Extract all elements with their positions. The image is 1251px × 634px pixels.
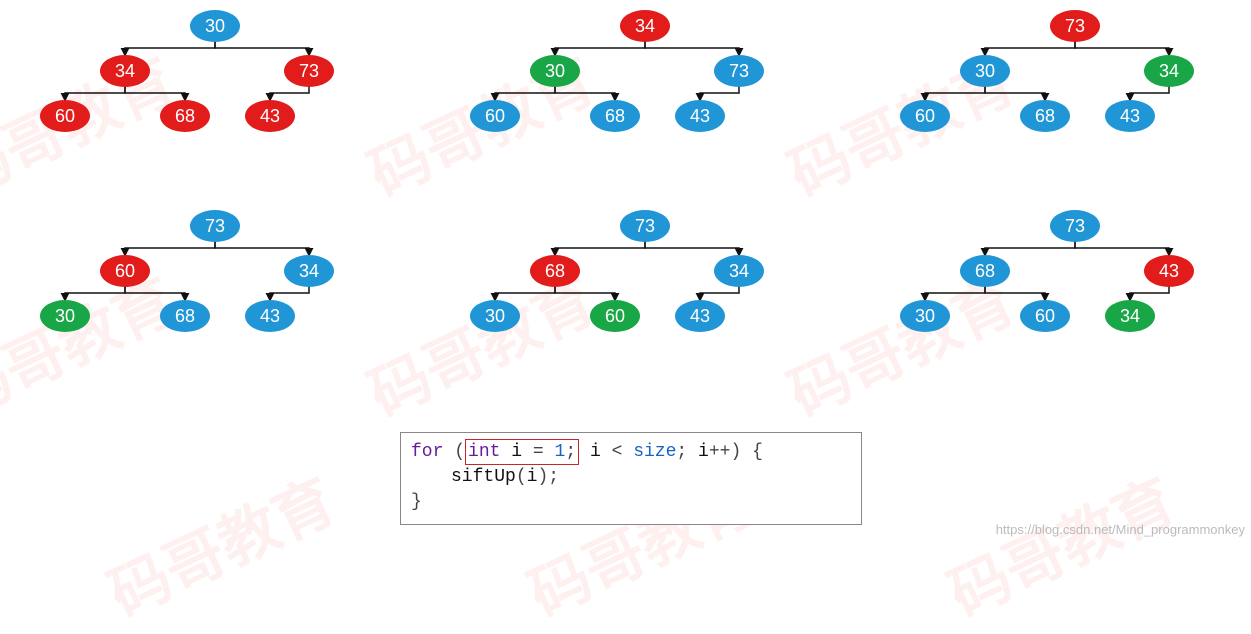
rbrace: } (411, 492, 422, 512)
keyword-for: for (411, 442, 443, 462)
tree-node: 60 (470, 100, 520, 132)
tree-node: 34 (1144, 55, 1194, 87)
eq: = (533, 442, 544, 462)
num-1: 1 (555, 442, 566, 462)
tree-node: 60 (590, 300, 640, 332)
tree-node: 34 (284, 255, 334, 287)
tree-node: 60 (100, 255, 150, 287)
lt: < (612, 442, 623, 462)
cond-var: i (590, 442, 601, 462)
tree-node: 68 (160, 100, 210, 132)
tree-node: 34 (100, 55, 150, 87)
tree-node: 68 (590, 100, 640, 132)
code-snippet: for (int i = 1; i < size; i++) { siftUp(… (400, 432, 862, 525)
tree-node: 73 (284, 55, 334, 87)
code-line-3: } (411, 490, 851, 514)
tree-node: 30 (190, 10, 240, 42)
tree-node: 73 (1050, 10, 1100, 42)
tree-node: 30 (960, 55, 1010, 87)
lbrace: { (752, 442, 763, 462)
tree-node: 68 (160, 300, 210, 332)
tree-node: 73 (620, 210, 670, 242)
tree-node: 68 (530, 255, 580, 287)
footer-watermark: https://blog.csdn.net/Mind_programmonkey (996, 522, 1245, 537)
tree-node: 30 (530, 55, 580, 87)
watermark: 码哥教育 (933, 453, 1187, 633)
tree-node: 34 (714, 255, 764, 287)
call-end: ); (537, 467, 559, 487)
code-line-1: for (int i = 1; i < size; i++) { (411, 439, 851, 465)
tree-node: 60 (900, 100, 950, 132)
watermark: 码哥教育 (93, 453, 347, 633)
tree-node: 30 (40, 300, 90, 332)
tree-node: 34 (620, 10, 670, 42)
tree-node: 43 (675, 100, 725, 132)
tree-node: 43 (675, 300, 725, 332)
lparen: ( (454, 442, 465, 462)
call-lparen: ( (516, 467, 527, 487)
inc-var: i (698, 442, 709, 462)
size-ident: size (633, 442, 676, 462)
tree-node: 43 (1105, 100, 1155, 132)
tree-node: 68 (1020, 100, 1070, 132)
watermark: 码哥教育 (0, 33, 187, 213)
code-line-2: siftUp(i); (411, 465, 851, 489)
tree-node: 30 (470, 300, 520, 332)
tree-node: 43 (245, 300, 295, 332)
inc-op: ++ (709, 442, 731, 462)
semi2: ; (676, 442, 687, 462)
tree-node: 30 (900, 300, 950, 332)
tree-node: 34 (1105, 300, 1155, 332)
tree-node: 43 (245, 100, 295, 132)
tree-node: 68 (960, 255, 1010, 287)
var-i: i (511, 442, 522, 462)
tree-node: 60 (1020, 300, 1070, 332)
watermark: 码哥教育 (0, 253, 187, 433)
init-highlight: int i = 1; (465, 439, 579, 465)
arg-i: i (527, 467, 538, 487)
semi1: ; (565, 442, 576, 462)
rparen: ) (730, 442, 741, 462)
tree-node: 73 (714, 55, 764, 87)
fn-siftup: siftUp (451, 467, 516, 487)
tree-node: 73 (1050, 210, 1100, 242)
keyword-int: int (468, 442, 500, 462)
tree-node: 60 (40, 100, 90, 132)
tree-node: 43 (1144, 255, 1194, 287)
tree-node: 73 (190, 210, 240, 242)
